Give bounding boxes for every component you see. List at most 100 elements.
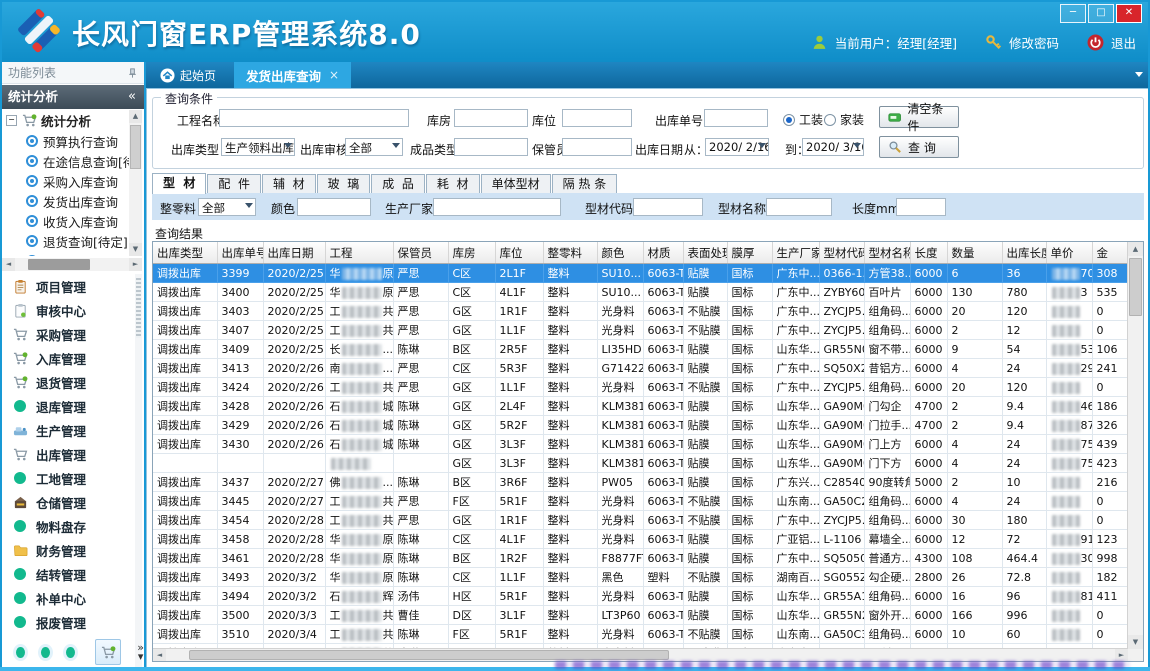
material-tab-辅材[interactable]: 辅 材: [262, 174, 316, 194]
length-input[interactable]: [896, 198, 946, 216]
scroll-up-icon[interactable]: ▲: [1128, 242, 1143, 256]
tree-item-退货查询[待定][interactable]: 退货查询[待定]: [2, 231, 142, 251]
material-tab-耗材[interactable]: 耗 材: [426, 174, 480, 194]
scroll-thumb[interactable]: [189, 650, 669, 660]
sidebar-item-仓储管理[interactable]: 仓储管理: [0, 490, 135, 514]
panel-title-bar[interactable]: 统计分析 «: [0, 85, 144, 109]
out-type-select[interactable]: 生产领料出库: [221, 138, 295, 156]
table-row[interactable]: G区3L3F整料KLM38176063-T5贴膜国标山东华...GA90M09.…: [153, 454, 1139, 473]
product-type-input[interactable]: [454, 138, 528, 156]
maker-input[interactable]: [433, 198, 561, 216]
sidebar-item-采购管理[interactable]: 采购管理: [0, 322, 135, 346]
active-module-button[interactable]: [95, 639, 121, 665]
scroll-left-icon[interactable]: ◄: [2, 258, 15, 271]
table-row[interactable]: 调拨出库34282020/2/26石城陈琳G区2L4F整料KLM38176063…: [153, 397, 1139, 416]
column-header-长度[interactable]: 长度: [910, 242, 947, 264]
table-row[interactable]: 调拨出库34932020/3/2华原...陈琳C区1L1F整料黑色塑料不贴膜国标…: [153, 568, 1139, 587]
table-row[interactable]: 调拨出库35002020/3/3工共工程曹佳D区3L1F整料LT3P606063…: [153, 606, 1139, 625]
tree-item-采购入库查询[interactable]: 采购入库查询: [2, 171, 142, 191]
scroll-down-icon[interactable]: ▼: [129, 243, 142, 256]
table-row[interactable]: 调拨出库34132020/2/26南...严思C区5R3F整料G71422606…: [153, 359, 1139, 378]
column-header-单价[interactable]: 单价: [1046, 242, 1092, 264]
module-dot-icon[interactable]: [41, 647, 50, 658]
tree-horizontal-scrollbar[interactable]: ◄ ►: [2, 258, 142, 271]
sidebar-item-工地管理[interactable]: 工地管理: [0, 466, 135, 490]
location-input[interactable]: [562, 109, 632, 127]
tree-vertical-scrollbar[interactable]: ▲ ▼: [129, 110, 142, 256]
column-header-出库日期[interactable]: 出库日期: [263, 242, 325, 264]
column-header-颜色[interactable]: 颜色: [597, 242, 643, 264]
column-header-出库单号[interactable]: 出库单号: [217, 242, 263, 264]
table-row[interactable]: 调拨出库34372020/2/27佛...陈琳B区3R6F整料PW056063-…: [153, 473, 1139, 492]
tab-active[interactable]: 发货出库查询 ×: [234, 62, 351, 88]
date-from-picker[interactable]: 2020/ 2/16: [705, 138, 769, 156]
column-header-型材代码[interactable]: 型材代码: [819, 242, 864, 264]
table-row[interactable]: 调拨出库34452020/2/27工共工程严思F区5R1F整料光身料6063-T…: [153, 492, 1139, 511]
sidebar-item-退货管理[interactable]: 退货管理: [0, 370, 135, 394]
more-modules-button[interactable]: »▾: [137, 643, 144, 661]
order-no-input[interactable]: [704, 109, 768, 127]
radio-work-clothes[interactable]: 工装: [783, 111, 823, 128]
collapse-icon[interactable]: «: [128, 85, 136, 109]
tree-root-node[interactable]: − 统计分析: [2, 110, 142, 131]
column-header-工程[interactable]: 工程: [325, 242, 393, 264]
audit-select[interactable]: 全部: [345, 138, 403, 156]
material-tab-玻璃[interactable]: 玻 璃: [317, 174, 371, 194]
tree-item-退库管理[待定][interactable]: 退库管理[待定]: [2, 251, 142, 256]
grid-horizontal-scrollbar[interactable]: ◄ ►: [153, 648, 1128, 661]
date-to-picker[interactable]: 2020/ 3/16: [802, 138, 864, 156]
column-header-型材名称[interactable]: 型材名称: [864, 242, 910, 264]
table-row[interactable]: 调拨出库34092020/2/25长...陈琳B区2R5F整料LI35HD606…: [153, 340, 1139, 359]
scroll-right-icon[interactable]: ►: [129, 258, 142, 271]
menu-scrollbar[interactable]: [135, 274, 142, 671]
logout-link[interactable]: 退出: [1111, 33, 1136, 52]
column-header-整零料[interactable]: 整零料: [543, 242, 597, 264]
sidebar-item-项目管理[interactable]: 项目管理: [0, 274, 135, 298]
scroll-right-icon[interactable]: ►: [1115, 649, 1128, 661]
column-header-库位[interactable]: 库位: [495, 242, 543, 264]
tree-item-在途信息查询[待[interactable]: 在途信息查询[待: [2, 151, 142, 171]
module-dot-icon[interactable]: [16, 647, 25, 658]
tree-item-预算执行查询[interactable]: 预算执行查询: [2, 131, 142, 151]
column-header-保管员[interactable]: 保管员: [393, 242, 448, 264]
table-row[interactable]: 调拨出库34072020/2/25工共工程严思G区1L1F整料光身料6063-T…: [153, 321, 1139, 340]
project-name-input[interactable]: [219, 109, 409, 127]
sidebar-item-物料盘存[interactable]: 物料盘存: [0, 514, 135, 538]
scroll-up-icon[interactable]: ▲: [129, 110, 142, 123]
table-row[interactable]: 调拨出库34242020/2/26工共工程严思G区1L1F整料光身料6063-T…: [153, 378, 1139, 397]
material-tab-隔热条[interactable]: 隔 热 条: [552, 174, 618, 194]
profile-name-input[interactable]: [766, 198, 832, 216]
material-tab-型材[interactable]: 型 材: [152, 173, 206, 194]
maximize-button[interactable]: □: [1088, 4, 1114, 23]
table-row[interactable]: 调拨出库34942020/3/2石辉城汤伟H区5R1F整料光身料6063-T5贴…: [153, 587, 1139, 606]
table-row[interactable]: 调拨出库34032020/2/25工共工程严思G区1R1F整料光身料6063-T…: [153, 302, 1139, 321]
tab-home[interactable]: 起始页: [150, 62, 226, 88]
scroll-thumb[interactable]: [1129, 258, 1142, 316]
sidebar-item-出库管理[interactable]: 出库管理: [0, 442, 135, 466]
tab-list-dropdown-icon[interactable]: [1135, 72, 1143, 77]
sidebar-item-财务管理[interactable]: 财务管理: [0, 538, 135, 562]
table-row[interactable]: 调拨出库33992020/2/25华原...严思C区2L1F整料SU10...6…: [153, 264, 1139, 283]
table-row[interactable]: 调拨出库34612020/2/28华原...陈琳B区1R2F整料F8877FT6…: [153, 549, 1139, 568]
minimize-button[interactable]: ─: [1060, 4, 1086, 23]
change-password-link[interactable]: 修改密码: [1009, 33, 1059, 52]
table-row[interactable]: 调拨出库34302020/2/26石城陈琳G区3L3F整料KLM38176063…: [153, 435, 1139, 454]
keeper-input[interactable]: [562, 138, 632, 156]
table-row[interactable]: 调拨出库34582020/2/28华原...陈琳C区4L1F整料光身料6063-…: [153, 530, 1139, 549]
column-header-表面处理[interactable]: 表面处理: [683, 242, 727, 264]
column-header-出库类型[interactable]: 出库类型: [153, 242, 217, 264]
column-header-数量[interactable]: 数量: [947, 242, 1002, 264]
grid-vertical-scrollbar[interactable]: ▲ ▼: [1127, 242, 1143, 649]
column-header-库房[interactable]: 库房: [448, 242, 495, 264]
module-dot-icon[interactable]: [66, 647, 75, 658]
warehouse-input[interactable]: [454, 109, 528, 127]
sidebar-item-结转管理[interactable]: 结转管理: [0, 562, 135, 586]
sidebar-item-报废管理[interactable]: 报废管理: [0, 610, 135, 634]
scroll-down-icon[interactable]: ▼: [1128, 635, 1143, 649]
scroll-thumb[interactable]: [130, 125, 141, 169]
table-row[interactable]: 调拨出库34292020/2/26石城陈琳G区5R2F整料KLM38176063…: [153, 416, 1139, 435]
sidebar-item-入库管理[interactable]: 入库管理: [0, 346, 135, 370]
column-header-出库长度[interactable]: 出库长度: [1002, 242, 1046, 264]
sidebar-item-生产管理[interactable]: 生产管理: [0, 418, 135, 442]
tree-expander-icon[interactable]: −: [6, 115, 17, 126]
